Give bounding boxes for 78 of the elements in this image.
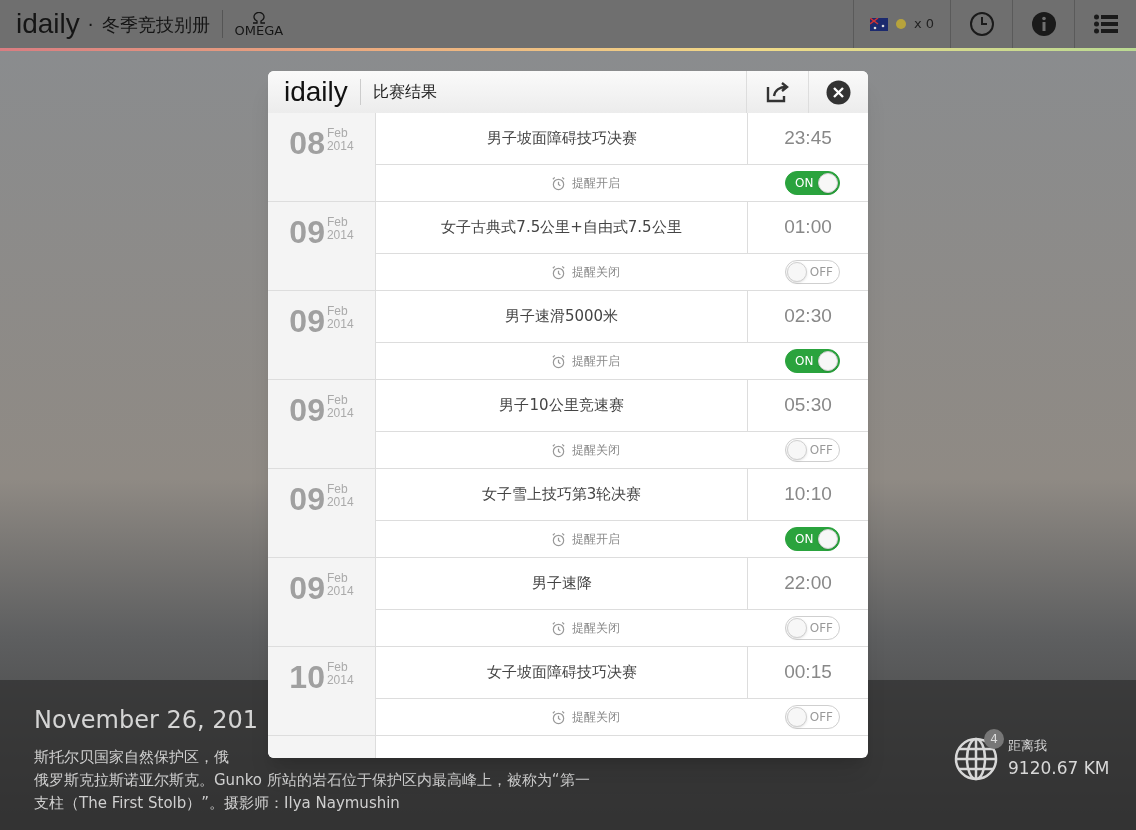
reminder-label: 提醒关闭 <box>572 709 620 726</box>
event-name: 男子速降 <box>376 558 748 609</box>
sponsor-logo: OMEGA <box>234 11 284 37</box>
year-label: 2014 <box>326 585 354 598</box>
event-time: 23:45 <box>783 126 833 151</box>
month-label: Feb <box>326 483 349 496</box>
month-label: Feb <box>326 127 349 140</box>
flag-icon <box>869 17 888 31</box>
year-label: 2014 <box>326 229 354 242</box>
info-icon[interactable] <box>1030 11 1057 37</box>
reminder-label: 提醒开启 <box>572 353 620 370</box>
toggle-switch[interactable]: OFF <box>785 616 840 640</box>
globe-icon <box>954 736 998 781</box>
alarm-clock-icon <box>551 709 566 725</box>
event-name: 女子古典式7.5公里+自由式7.5公里 <box>376 202 748 253</box>
close-icon <box>826 79 851 105</box>
year-label: 2014 <box>326 674 354 687</box>
day-number: 08 <box>289 127 325 159</box>
toggle-switch[interactable]: ON <box>785 527 840 551</box>
year-label: 2014 <box>326 407 354 420</box>
month-label: Feb <box>326 216 349 229</box>
day-number: 09 <box>289 394 325 426</box>
day-number: 09 <box>289 305 325 337</box>
photo-date: November 26, 201 <box>34 705 259 736</box>
caption-text: 俄罗斯克拉斯诺亚尔斯克。Gunko 所站的岩石位于保护区内最高峰上，被称为“第一 <box>34 770 590 791</box>
alarm-clock-icon <box>551 620 566 636</box>
event-time: 10:10 <box>783 482 833 507</box>
year-label: 2014 <box>326 140 354 153</box>
year-label: 2014 <box>326 496 354 509</box>
dialog-title: 比赛结果 <box>372 81 437 103</box>
menu-icon[interactable] <box>1093 14 1118 34</box>
toggle-switch[interactable]: ON <box>785 349 840 373</box>
event-time: 22:00 <box>783 571 833 596</box>
clock-icon[interactable] <box>968 11 995 37</box>
caption-text: 斯托尔贝国家自然保护区，俄 <box>34 747 229 768</box>
alarm-clock-icon <box>551 531 566 547</box>
logo: idaily <box>16 7 80 41</box>
toggle-switch[interactable]: OFF <box>785 438 840 462</box>
badge: 4 <box>984 728 1004 749</box>
event-time: 00:15 <box>783 660 833 685</box>
alarm-clock-icon <box>551 353 566 369</box>
alarm-clock-icon <box>551 442 566 458</box>
event-name: 女子雪上技巧第3轮决赛 <box>376 469 748 520</box>
day-number: 09 <box>289 216 325 248</box>
event-time: 01:00 <box>783 215 833 240</box>
toggle-switch[interactable]: ON <box>785 171 840 195</box>
toggle-switch[interactable]: OFF <box>785 260 840 284</box>
distance-label: 距离我 <box>1008 737 1048 755</box>
alarm-clock-icon <box>551 175 566 191</box>
section-title: 冬季竞技别册 <box>101 12 210 37</box>
year-label: 2014 <box>326 318 354 331</box>
caption-text: 支柱（The First Stolb）”。摄影师：Ilya Naymushin <box>34 793 400 814</box>
toggle-switch[interactable]: OFF <box>785 705 840 729</box>
reminder-label: 提醒关闭 <box>572 264 620 281</box>
alarm-clock-icon <box>551 264 566 280</box>
reminder-label: 提醒开启 <box>572 531 620 548</box>
share-icon <box>765 81 790 103</box>
month-label: Feb <box>326 305 349 318</box>
month-label: Feb <box>326 394 349 407</box>
event-name: 男子坡面障碍技巧决赛 <box>376 113 748 164</box>
medal-count: x 0 <box>913 15 934 34</box>
event-name: 女子坡面障碍技巧决赛 <box>376 647 748 698</box>
event-time: 05:30 <box>783 393 833 418</box>
day-number: 09 <box>289 572 325 604</box>
separator-dot: · <box>87 12 94 37</box>
event-name: 男子速滑5000米 <box>376 291 748 342</box>
reminder-label: 提醒关闭 <box>572 442 620 459</box>
event-time: 02:30 <box>783 304 833 329</box>
day-number: 10 <box>289 661 325 693</box>
reminder-label: 提醒开启 <box>572 175 620 192</box>
month-label: Feb <box>326 661 349 674</box>
distance-value: 9120.67 KM <box>1008 756 1110 780</box>
reminder-label: 提醒关闭 <box>572 620 620 637</box>
omega-icon <box>251 11 266 24</box>
month-label: Feb <box>326 572 349 585</box>
dialog-logo: idaily <box>284 75 348 109</box>
event-name: 男子10公里竞速赛 <box>376 380 748 431</box>
day-number: 09 <box>289 483 325 515</box>
